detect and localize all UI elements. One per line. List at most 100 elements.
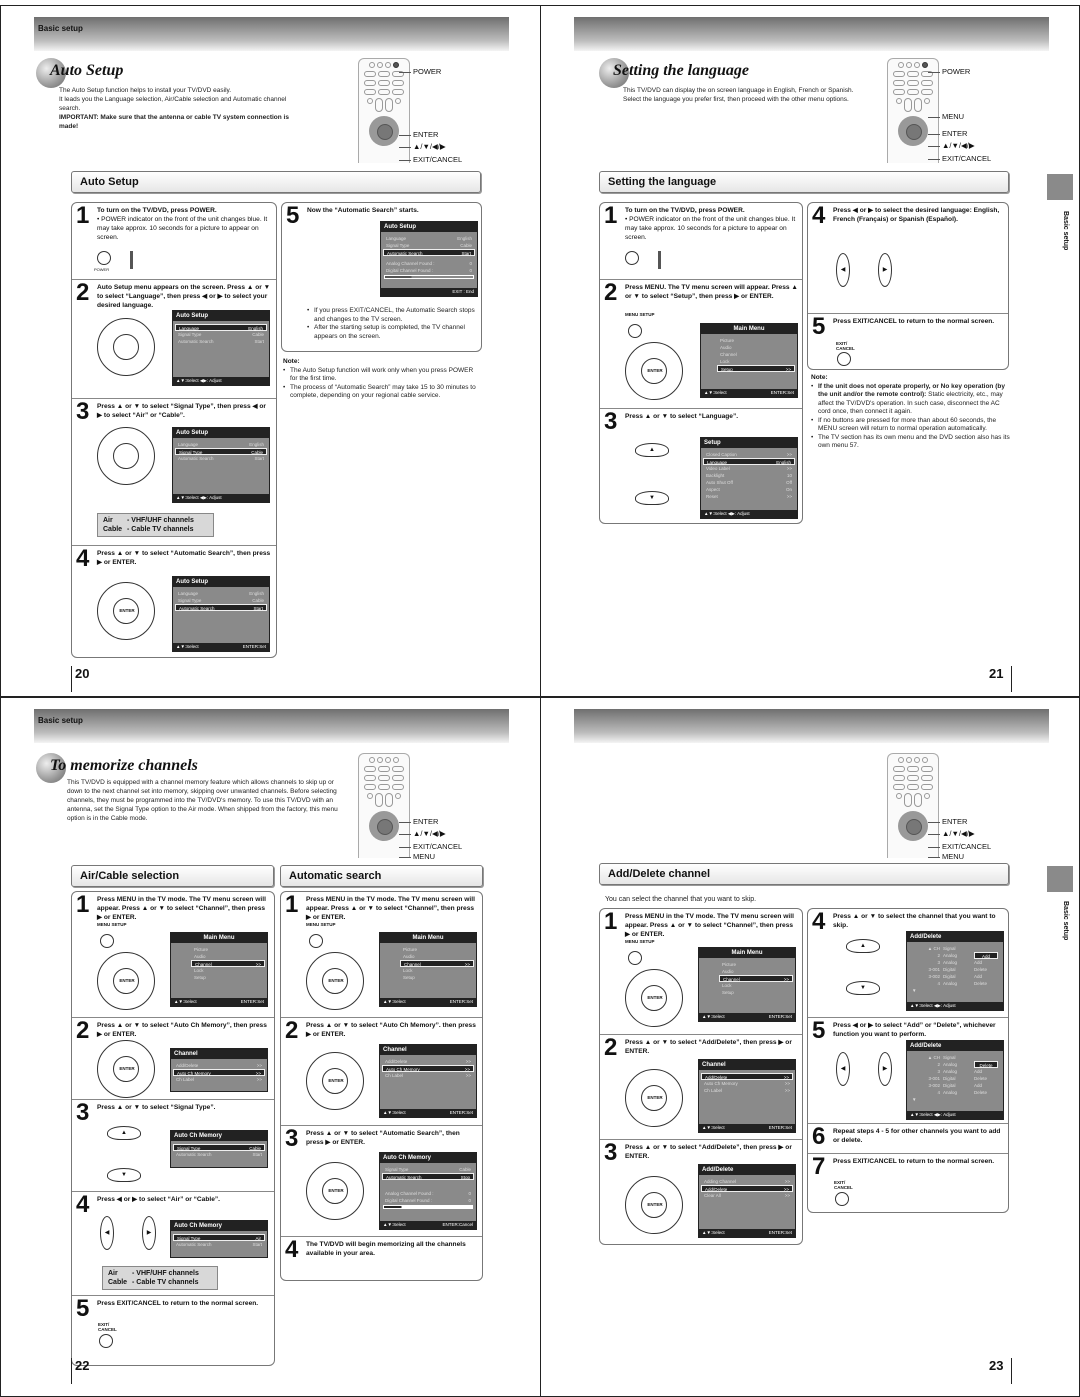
exit-button-icon — [837, 352, 851, 366]
dpad-icon — [369, 116, 399, 146]
osd-main-menu: Main Menu Picture Audio Channel >> Lock S… — [170, 932, 268, 1007]
air-cable-legend: Air - VHF/UHF channels Cable - Cable TV ch… — [102, 1266, 218, 1290]
side-tab — [1047, 174, 1073, 200]
step-3: 3 Press ▲ or ▼ to select “Add/Delete”, t… — [600, 1139, 802, 1246]
page-title: Setting the language — [613, 62, 750, 79]
step-2: 2 Press MENU. The TV menu screen will ap… — [600, 279, 802, 408]
osd-auto-ch-memory: Auto Ch Memory Signal Type Air Automatic … — [170, 1220, 268, 1258]
osd-channel-list: Add/Delete ▲ CH Signal 2 Analog Add 3 Analog Ad… — [906, 931, 1004, 1011]
right-arrow-icon: ▶ — [142, 1216, 156, 1250]
enter-dpad-icon: ENTER — [625, 1069, 683, 1127]
step-2: 2 Press ▲ or ▼ to select “Auto Ch Memory… — [281, 1017, 482, 1125]
down-arrow-icon: ▼ — [635, 491, 669, 505]
remote-illustration — [358, 753, 410, 858]
dpad-icon — [898, 116, 928, 146]
right-arrow-icon: ▶ — [878, 253, 892, 287]
osd-channel-list: Add/Delete ▲ CH Signal 2 Analog Delete 3 Analo… — [906, 1040, 1004, 1120]
osd-channel: Channel Add/Delete >> Auto Ch Memory >> Ch… — [379, 1044, 477, 1118]
osd-auto-ch-memory: Auto Ch Memory Signal Type Cable Automati… — [170, 1130, 268, 1168]
side-label: Basic setup — [1062, 901, 1069, 941]
enter-dpad-icon: ENTER — [97, 582, 155, 640]
enter-dpad-icon: ENTER — [625, 342, 683, 400]
menu-button-icon — [309, 934, 323, 948]
steps-box-right: 1 Press MENU in the TV mode. The TV menu… — [280, 891, 483, 1281]
steps-box-left: 1 Press MENU in the TV mode. The TV menu… — [599, 908, 803, 1245]
page-number: 20 — [75, 666, 90, 681]
channel-row: 3 Analog Add — [937, 1069, 983, 1074]
intro-text: This TV/DVD can display the on screen la… — [623, 87, 854, 103]
menu-button-icon — [628, 324, 642, 338]
section-header-air-cable: Air/Cable selection — [71, 865, 274, 887]
osd-main-menu: Main Menu Picture Audio Channel >> Lock S… — [698, 947, 796, 1022]
search-progress-bar — [383, 1205, 473, 1209]
step-3: 3 Press ▲ or ▼ to select “Language”. ▲ ▼… — [600, 408, 802, 525]
note: Note: The Auto Setup function will work … — [283, 358, 478, 401]
header-band — [574, 709, 1049, 743]
intro-text: You can select the channel that you want… — [605, 896, 757, 903]
intro-text: This TV/DVD is equipped with a channel m… — [67, 779, 338, 822]
step-4: 4 Press ◀ or ▶ to select “Air” or “Cable… — [72, 1191, 274, 1295]
channel-row: 2 Analog Delete — [909, 1061, 1001, 1068]
steps-box-right: 4 Press ▲ or ▼ to select the channel tha… — [807, 908, 1009, 1213]
enter-dpad-icon: ENTER — [97, 952, 155, 1010]
steps-box-right: 4 Press ◀ or ▶ to select the desired lan… — [807, 202, 1009, 370]
step-3: 3 Press ▲ or ▼ to select “Automatic Sear… — [281, 1125, 482, 1236]
enter-dpad-icon: ENTER — [306, 952, 364, 1010]
osd-auto-setup: Auto Setup Language English Signal Type Ca… — [172, 576, 270, 652]
scroll-down-icon: ▼ — [912, 1097, 917, 1102]
channel-list: ▲ CH Signal 2 Analog Add 3 Analog Add 3-001 Digit… — [907, 942, 1003, 994]
left-arrow-icon: ◀ — [836, 1052, 850, 1086]
osd-main-menu: Main Menu Picture Audio Channel Lock Set… — [700, 323, 798, 398]
step-1: 1 Press MENU in the TV mode. The TV menu… — [72, 892, 274, 1017]
enter-dpad-icon: ENTER — [306, 1162, 364, 1220]
section-header-auto-search: Automatic search — [280, 865, 483, 887]
channel-row: 3 Analog Add — [937, 960, 983, 965]
osd-auto-search: Auto Setup Language English Signal Type Ca… — [380, 221, 478, 297]
step-2: 2 Press ▲ or ▼ to select “Auto Ch Memory… — [72, 1017, 274, 1099]
page-22: Basic setup To memorize channels This TV… — [0, 697, 541, 1397]
steps-box-left: 1 To turn on the TV/DVD, press POWER. • P… — [599, 202, 803, 524]
step-1: 1 To turn on the TV/DVD, press POWER. • P… — [76, 202, 268, 273]
section-header: Add/Delete channel — [599, 863, 1009, 885]
osd-auto-setup: Auto Setup Language English Signal Type Ca… — [172, 427, 270, 503]
search-progress-bar — [384, 275, 474, 279]
dpad-icon — [369, 811, 399, 841]
note: Note: If the unit does not operate prope… — [811, 374, 1011, 451]
step-7: 7 Press EXIT/CANCEL to return to the nor… — [808, 1153, 1008, 1214]
step-2: 2 Press ▲ or ▼ to select “Add/Delete”, t… — [600, 1034, 802, 1139]
steps-box-right: 5 Now the “Automatic Search” starts. Aut… — [281, 202, 482, 352]
menu-button-icon — [100, 934, 114, 948]
section-header: Setting the language — [599, 171, 1009, 193]
channel-list: ▲ CH Signal 2 Analog Delete 3 Analog Add 3-001 Di… — [907, 1051, 1003, 1103]
osd-channel: Channel Add/Delete >> Auto Ch Memory >> Ch… — [170, 1048, 268, 1092]
right-arrow-icon: ▶ — [878, 1052, 892, 1086]
osd-auto-ch-memory: Auto Ch Memory Signal Type Cable Automati… — [379, 1152, 477, 1230]
header-band — [34, 709, 509, 743]
step-2: 2 Auto Setup menu appears on the screen.… — [72, 279, 276, 398]
page-number: 23 — [989, 1358, 1004, 1373]
step-5: 5 Press EXIT/CANCEL to return to the nor… — [808, 313, 1008, 371]
enter-dpad-icon: ENTER — [97, 1040, 155, 1098]
header-label: Basic setup — [38, 716, 83, 725]
step-1: 1 Press MENU in the TV mode. The TV menu… — [600, 909, 802, 1034]
dpad-icon — [898, 811, 928, 841]
osd-add-delete-menu: Add/Delete Adding Channel >> Add/Delete >>… — [698, 1164, 796, 1238]
section-header: Auto Setup — [71, 171, 481, 193]
intro-text: The Auto Setup function helps to install… — [59, 87, 289, 130]
power-button-icon — [625, 251, 639, 265]
step-1: 1 Press MENU in the TV mode. The TV menu… — [281, 892, 482, 1017]
down-arrow-icon: ▼ — [107, 1168, 141, 1182]
step-5: 5 Press ◀ or ▶ to select “Add” or “Delet… — [808, 1017, 1008, 1123]
power-indicator-icon — [658, 251, 661, 269]
channel-row: 3-001 Digital Delete — [928, 967, 988, 972]
exit-button-icon — [99, 1334, 113, 1348]
enter-dpad-icon: ENTER — [306, 1052, 364, 1110]
step-4: 4 Press ▲ or ▼ to select the channel tha… — [808, 909, 1008, 1017]
page-title: Auto Setup — [50, 62, 124, 79]
channel-row: ▲ CH Signal — [927, 946, 956, 951]
side-label: Basic setup — [1062, 211, 1069, 251]
power-indicator-icon — [130, 251, 133, 269]
remote-illustration — [887, 753, 939, 858]
step-3: 3 Press ▲ or ▼ to select “Signal Type”. … — [72, 1099, 274, 1191]
enter-dpad-icon: ENTER — [625, 969, 683, 1027]
